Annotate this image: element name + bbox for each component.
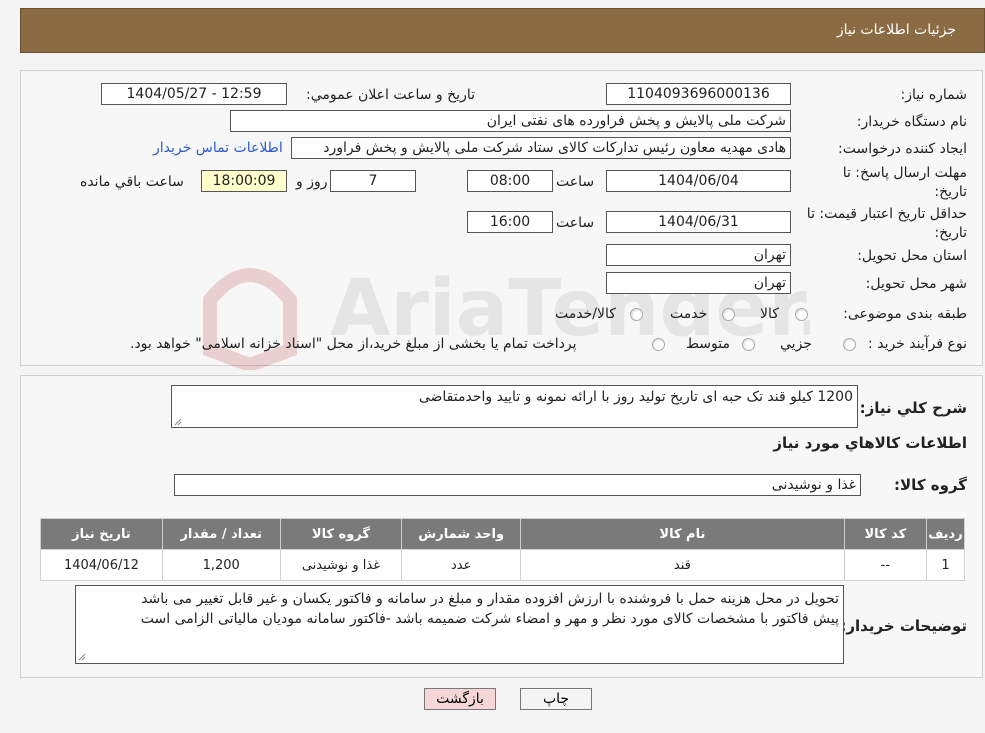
buyer-notes-field[interactable]: تحویل در محل هزینه حمل با فروشنده با ارز… [75,585,844,664]
reply-deadline-label-2: تاريخ: [934,184,967,200]
delivery-province-field: تهران [606,244,791,266]
cell-row-number: 1 [925,549,966,581]
remaining-time-field: 18:00:09 [201,170,287,192]
announce-datetime-label: تاریخ و ساعت اعلان عمومي: [306,87,475,103]
col-goods-group: گروه کالا [279,518,403,550]
price-validity-label-2: تاريخ: [934,225,967,241]
col-item-code: کد کالا [843,518,927,550]
cell-unit: عدد [401,549,522,581]
resize-grip-icon[interactable] [174,418,182,426]
category-label: طبقه بندی موضوعی: [843,306,967,322]
delivery-city-field: تهران [606,272,791,294]
purchase-type-label: نوع فرآیند خرید : [868,336,967,352]
notes-resize-grip-icon[interactable] [78,653,86,661]
buyer-contact-link[interactable]: اطلاعات تماس خريدار [153,140,283,156]
reply-deadline-label-1: مهلت ارسال پاسخ: تا [842,165,967,181]
goods-group-label: گروه کالا: [894,476,967,494]
reply-deadline-date: 1404/06/04 [606,170,791,192]
print-button[interactable]: چاپ [520,688,592,710]
buyer-org-field: شرکت ملی پالایش و پخش فراورده های نفتی ا… [230,110,791,132]
purchase-option-medium: متوسط [686,336,730,352]
need-number-label: شماره نیاز: [900,87,968,103]
price-validity-label-1: حداقل تاريخ اعتبار قيمت: تا [806,206,967,222]
goods-group-field: غذا و نوشیدنی [174,474,861,496]
price-validity-time: 16:00 [467,211,553,233]
col-need-date: تاريخ نياز [40,518,163,550]
description-field[interactable]: 1200 کیلو قند تک حبه ای تاریخ تولید روز … [171,385,858,428]
description-label: شرح کلي نياز: [859,399,967,417]
buyer-org-label: نام دستگاه خريدار: [856,114,967,130]
delivery-province-label: استان محل تحويل: [857,248,967,264]
buyer-notes-label: توضيحات خريدار: [840,617,967,635]
price-validity-time-label: ساعت [556,215,595,231]
buyer-notes-line-1: تحویل در محل هزینه حمل با فروشنده با ارز… [141,591,839,607]
category-radio-goods[interactable] [795,308,808,321]
category-radio-service[interactable] [722,308,735,321]
category-option-goods-service: کالا/خدمت [555,306,616,322]
table-row: 1 -- قند عدد غذا و نوشیدنی 1,200 1404/06… [40,549,966,581]
need-number-field: 1104093696000136 [606,83,791,105]
category-option-service: خدمت [670,306,708,322]
category-option-goods: کالا [760,306,779,322]
goods-table-header-row: رديف کد کالا نام کالا واحد شمارش گروه کا… [40,518,966,550]
purchase-option-minor: جزیي [780,336,812,352]
cell-goods-group: غذا و نوشیدنی [279,549,403,581]
cell-item-name: قند [520,549,845,581]
back-button[interactable]: بازگشت [424,688,496,710]
announce-datetime-field: 1404/05/27 - 12:59 [101,83,287,105]
treasury-docs-note: پرداخت تمام يا بخشی از مبلغ خريد،از محل … [130,336,577,352]
cell-need-date: 1404/06/12 [40,549,163,581]
reply-days-field: 7 [330,170,416,192]
delivery-city-label: شهر محل تحويل: [865,276,967,292]
treasury-docs-checkbox[interactable] [652,338,665,351]
creator-field: هادی مهدیه معاون رئیس تدارکات کالای ستاد… [291,137,791,159]
col-row-number: رديف [925,518,966,550]
remaining-time-label: ساعت باقي مانده [80,174,184,190]
col-quantity: تعداد / مقدار [161,518,281,550]
goods-table: رديف کد کالا نام کالا واحد شمارش گروه کا… [40,518,966,581]
buyer-notes-line-2: پیش فاکتور با مشخصات کالای مورد نظر و مه… [140,611,839,627]
page-title: جزئیات اطلاعات نیاز [836,22,956,38]
creator-label: ايجاد کننده درخواست: [838,141,967,157]
reply-deadline-time: 08:00 [467,170,553,192]
description-text: 1200 کیلو قند تک حبه ای تاریخ تولید روز … [418,389,853,405]
reply-days-label: روز و [296,174,328,190]
price-validity-date: 1404/06/31 [606,211,791,233]
purchase-radio-minor[interactable] [843,338,856,351]
category-radio-goods-service[interactable] [630,308,643,321]
page-header: جزئیات اطلاعات نیاز [20,8,985,53]
purchase-radio-medium[interactable] [742,338,755,351]
col-item-name: نام کالا [520,518,845,550]
goods-section-title: اطلاعات کالاهاي مورد نياز [773,434,967,452]
reply-time-label: ساعت [556,174,595,190]
cell-item-code: -- [843,549,927,581]
cell-quantity: 1,200 [161,549,281,581]
col-unit: واحد شمارش [401,518,522,550]
